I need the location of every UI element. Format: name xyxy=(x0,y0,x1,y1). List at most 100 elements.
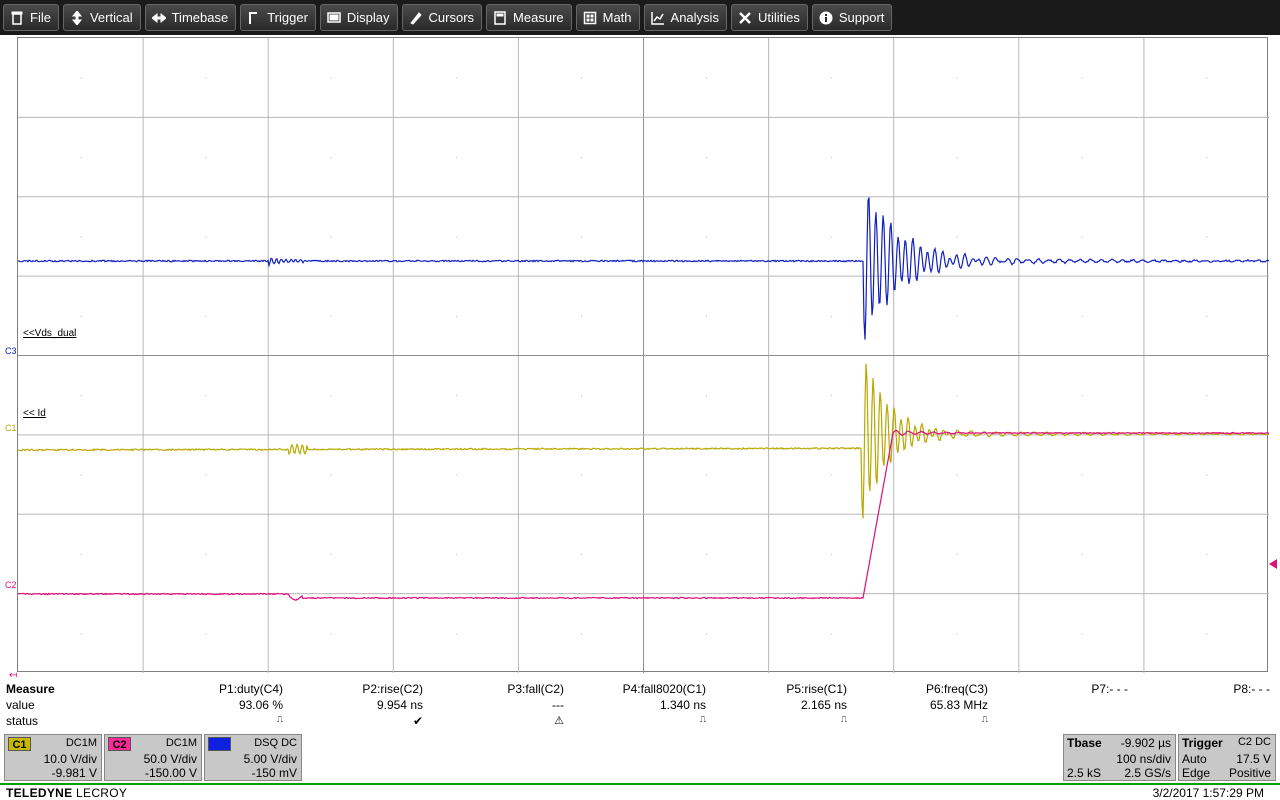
param-name-p1[interactable]: P1:duty(C4) xyxy=(219,682,283,696)
channel-coupling-c1: DC1M xyxy=(66,737,97,749)
pulse-icon: ⎍ xyxy=(277,714,283,725)
info-icon xyxy=(819,11,833,25)
trigger-mode: Auto xyxy=(1182,752,1207,766)
menu-utilities-label: Utilities xyxy=(758,10,800,25)
trace-label-c1[interactable]: << Id xyxy=(23,408,46,419)
param-name-p5[interactable]: P5:rise(C1) xyxy=(786,682,847,696)
marker-c2[interactable]: C2 xyxy=(5,580,17,590)
check-icon: ✔ xyxy=(413,714,423,728)
measure-row-value-label: value xyxy=(6,698,35,712)
menu-trigger-label: Trigger xyxy=(267,10,308,25)
waveform-grid[interactable] xyxy=(17,37,1268,672)
channel-offset-c1: -9.981 V xyxy=(52,766,97,780)
param-name-p3[interactable]: P3:fall(C2) xyxy=(507,682,564,696)
measure-title: Measure xyxy=(6,682,55,696)
waveform-display xyxy=(18,38,1269,673)
brand-name-b: LECROY xyxy=(76,786,127,800)
param-value-p4: 1.340 ns xyxy=(660,698,706,712)
calculator-icon xyxy=(583,11,597,25)
menu-measure[interactable]: Measure xyxy=(486,4,572,31)
param-name-p8[interactable]: P8:- - - xyxy=(1233,682,1270,696)
menu-trigger[interactable]: Trigger xyxy=(240,4,316,31)
timebase-tdiv: 100 ns/div xyxy=(1116,752,1171,766)
channel-box-c2[interactable]: C2 DC1M 50.0 V/div -150.00 V xyxy=(104,734,202,781)
trigger-icon xyxy=(247,11,261,25)
pulse-icon: ⎍ xyxy=(841,714,847,725)
menu-measure-label: Measure xyxy=(513,10,564,25)
timebase-box[interactable]: Tbase -9.902 µs 100 ns/div 2.5 kS 2.5 GS… xyxy=(1063,734,1176,781)
trash-icon xyxy=(10,11,24,25)
vertical-arrows-icon xyxy=(70,11,84,25)
trigger-type: Edge xyxy=(1182,766,1210,780)
trigger-slope: Positive xyxy=(1229,766,1271,780)
brand-name-a: TELEDYNE xyxy=(6,786,76,800)
param-value-p3: --- xyxy=(552,698,564,712)
param-name-p6[interactable]: P6:freq(C3) xyxy=(926,682,988,696)
pulse-icon: ⎍ xyxy=(982,714,988,725)
param-value-p1: 93.06 % xyxy=(239,698,283,712)
chart-icon xyxy=(651,11,665,25)
param-value-p6: 65.83 MHz xyxy=(930,698,988,712)
cursor-icon xyxy=(409,11,423,25)
marker-c1[interactable]: C1 xyxy=(5,423,17,433)
trigger-source: C2 DC xyxy=(1238,736,1271,748)
channel-vdiv-c3: 5.00 V/div xyxy=(244,752,297,766)
menu-utilities[interactable]: Utilities xyxy=(731,4,808,31)
menu-vertical[interactable]: Vertical xyxy=(63,4,141,31)
menu-display[interactable]: Display xyxy=(320,4,398,31)
param-name-p2[interactable]: P2:rise(C2) xyxy=(362,682,423,696)
menu-timebase[interactable]: Timebase xyxy=(145,4,237,31)
display-icon xyxy=(327,11,341,25)
pulse-icon: ⎍ xyxy=(700,714,706,725)
param-value-p2: 9.954 ns xyxy=(377,698,423,712)
menu-analysis-label: Analysis xyxy=(671,10,719,25)
channel-badge-c2: C2 xyxy=(108,737,131,751)
channel-box-c1[interactable]: C1 DC1M 10.0 V/div -9.981 V xyxy=(4,734,102,781)
menu-math-label: Math xyxy=(603,10,632,25)
trigger-level: 17.5 V xyxy=(1236,752,1271,766)
param-name-p7[interactable]: P7:- - - xyxy=(1091,682,1128,696)
datetime: 3/2/2017 1:57:29 PM xyxy=(1153,786,1264,800)
measure-icon xyxy=(493,11,507,25)
warning-icon: ⚠ xyxy=(554,714,564,727)
channel-coupling-c3: DSQ DC xyxy=(254,737,297,749)
trigger-box[interactable]: Trigger C2 DC Auto 17.5 V Edge Positive xyxy=(1178,734,1276,781)
timebase-samples: 2.5 kS xyxy=(1067,766,1101,780)
channel-offset-c2: -150.00 V xyxy=(145,766,197,780)
channel-badge-c1: C1 xyxy=(8,737,31,751)
menu-vertical-label: Vertical xyxy=(90,10,133,25)
brand-logo: TELEDYNE LECROY xyxy=(6,786,127,800)
marker-c3[interactable]: C3 xyxy=(5,346,17,356)
timebase-delay: -9.902 µs xyxy=(1121,736,1171,750)
channel-vdiv-c1: 10.0 V/div xyxy=(44,752,97,766)
wrench-icon xyxy=(738,11,752,25)
menu-analysis[interactable]: Analysis xyxy=(644,4,727,31)
timebase-rate: 2.5 GS/s xyxy=(1124,766,1171,780)
menu-file-label: File xyxy=(30,10,51,25)
grid-lines xyxy=(18,38,1269,673)
channel-offset-c3: -150 mV xyxy=(252,766,297,780)
menu-timebase-label: Timebase xyxy=(172,10,229,25)
trigger-time-arrow-icon: ↤ xyxy=(9,670,17,681)
menu-cursors[interactable]: Cursors xyxy=(402,4,483,31)
status-bar: TELEDYNE LECROY 3/2/2017 1:57:29 PM xyxy=(0,783,1280,800)
measure-row-status-label: status xyxy=(6,714,38,728)
menu-support[interactable]: Support xyxy=(812,4,893,31)
param-value-p5: 2.165 ns xyxy=(801,698,847,712)
horizontal-arrows-icon xyxy=(152,11,166,25)
menu-bar: File Vertical Timebase Trigger Display C… xyxy=(0,0,1280,35)
channel-box-c3[interactable]: C3 DSQ DC 5.00 V/div -150 mV xyxy=(204,734,302,781)
menu-cursors-label: Cursors xyxy=(429,10,475,25)
channel-coupling-c2: DC1M xyxy=(166,737,197,749)
trace-label-c3[interactable]: <<Vds_dual xyxy=(23,328,76,339)
param-name-p4[interactable]: P4:fall8020(C1) xyxy=(623,682,706,696)
measure-table: Measure P1:duty(C4) P2:rise(C2) P3:fall(… xyxy=(0,682,1280,732)
menu-file[interactable]: File xyxy=(3,4,59,31)
trigger-level-marker[interactable] xyxy=(1269,559,1277,569)
timebase-title: Tbase xyxy=(1067,736,1102,750)
trigger-title: Trigger xyxy=(1182,736,1223,750)
channel-vdiv-c2: 50.0 V/div xyxy=(144,752,197,766)
menu-math[interactable]: Math xyxy=(576,4,640,31)
menu-support-label: Support xyxy=(839,10,885,25)
channel-badge-c3: C3 xyxy=(208,737,231,751)
